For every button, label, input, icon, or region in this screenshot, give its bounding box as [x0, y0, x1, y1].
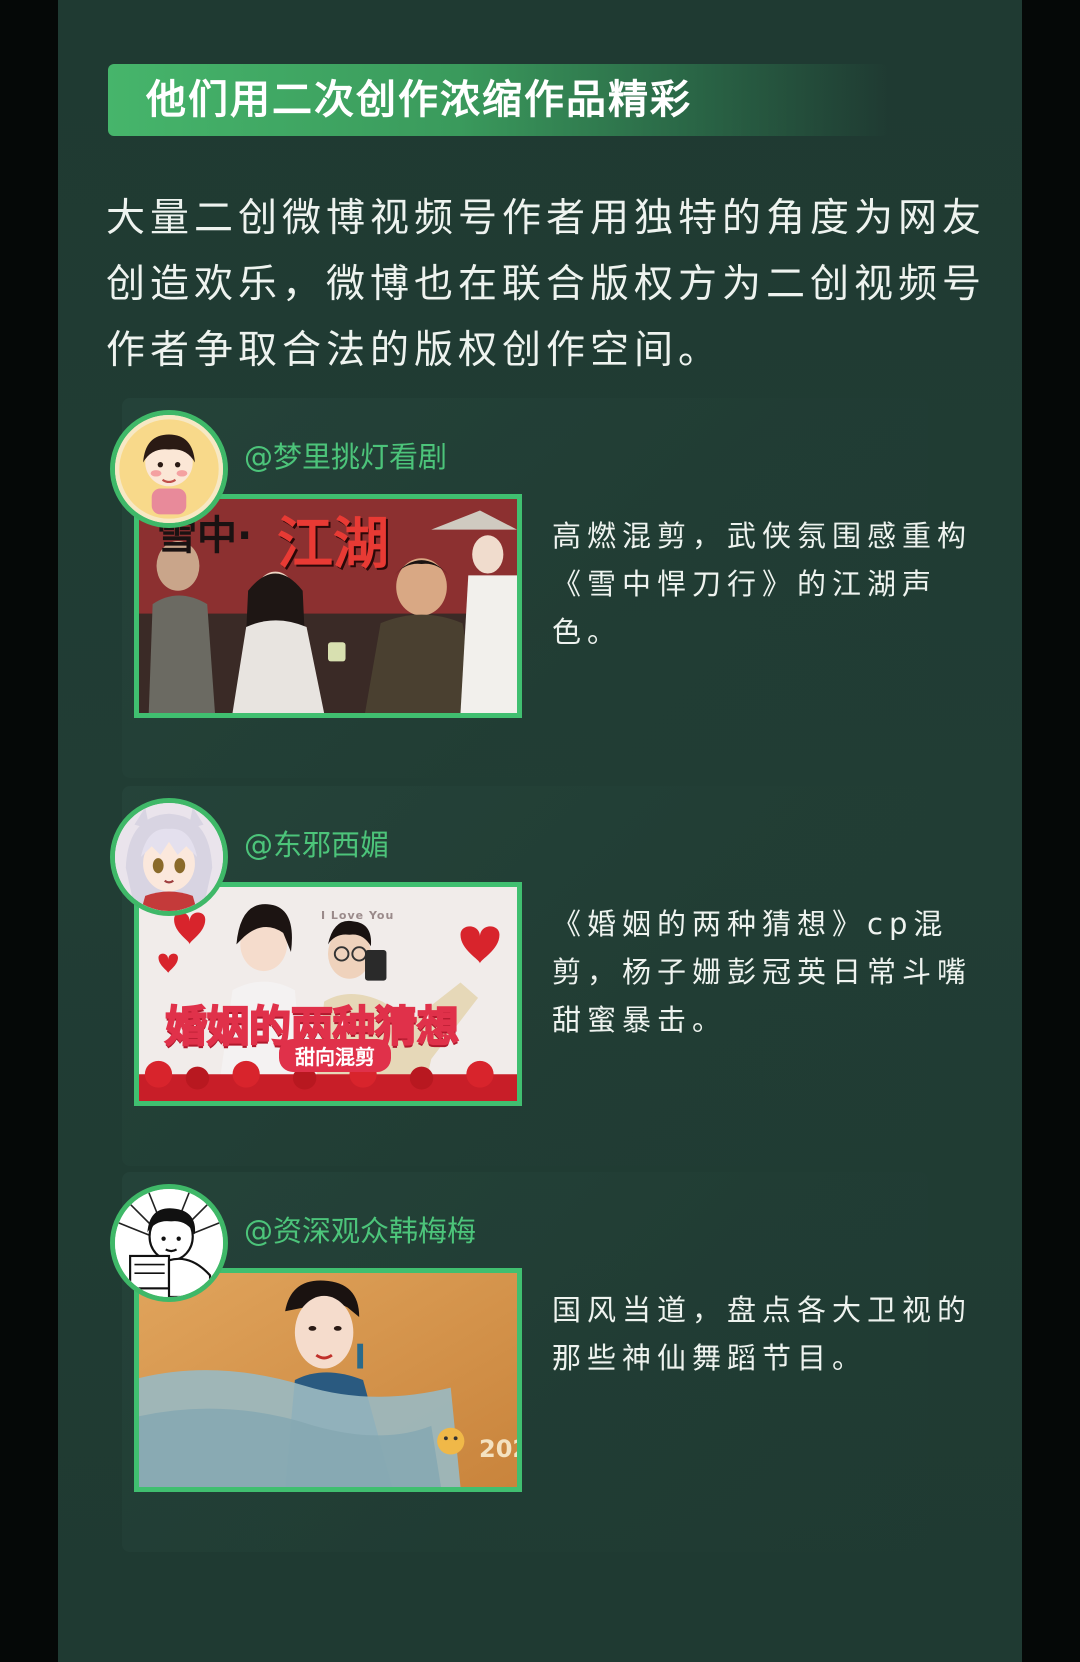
- creator-handle[interactable]: @梦里挑灯看剧: [244, 434, 447, 476]
- section-title: 他们用二次创作浓缩作品精彩: [146, 77, 692, 123]
- dance-scene-image: [139, 1273, 517, 1487]
- video-thumbnail[interactable]: 202: [134, 1268, 522, 1492]
- video-thumbnail[interactable]: 雪中· 江湖: [134, 494, 522, 718]
- creator-avatar[interactable]: [110, 1184, 228, 1302]
- intro-paragraph: 大量二创微博视频号作者用独特的角度为网友创造欢乐，微博也在联合版权方为二创视频号…: [106, 196, 987, 373]
- creator-handle[interactable]: @资深观众韩梅梅: [244, 1208, 476, 1250]
- cartoon-girl-avatar-icon: [115, 415, 223, 523]
- thumbnail-watermark: 202: [479, 1435, 517, 1463]
- comic-reader-avatar-icon: [115, 1189, 223, 1297]
- creator-description: 高燃混剪，武侠氛围感重构《雪中悍刀行》的江湖声色。: [552, 519, 973, 649]
- thumbnail-title-text: 江湖: [277, 511, 389, 577]
- creator-description: 《婚姻的两种猜想》cp混剪，杨子姗彭冠英日常斗嘴甜蜜暴击。: [552, 907, 973, 1037]
- video-thumbnail[interactable]: I Love You 婚姻的两种猜想 甜向混剪: [134, 882, 522, 1106]
- creator-avatar[interactable]: [110, 798, 228, 916]
- anime-character-avatar-icon: [115, 803, 223, 911]
- thumbnail-subtitle-text: 甜向混剪: [279, 1039, 391, 1072]
- creator-description: 国风当道，盘点各大卫视的那些神仙舞蹈节目。: [552, 1293, 973, 1375]
- creator-handle[interactable]: @东邪西媚: [244, 822, 389, 864]
- creator-avatar[interactable]: [110, 410, 228, 528]
- page: 他们用二次创作浓缩作品精彩 大量二创微博视频号作者用独特的角度为网友创造欢乐，微…: [0, 0, 1080, 1662]
- thumbnail-bg-words: I Love You: [321, 909, 395, 922]
